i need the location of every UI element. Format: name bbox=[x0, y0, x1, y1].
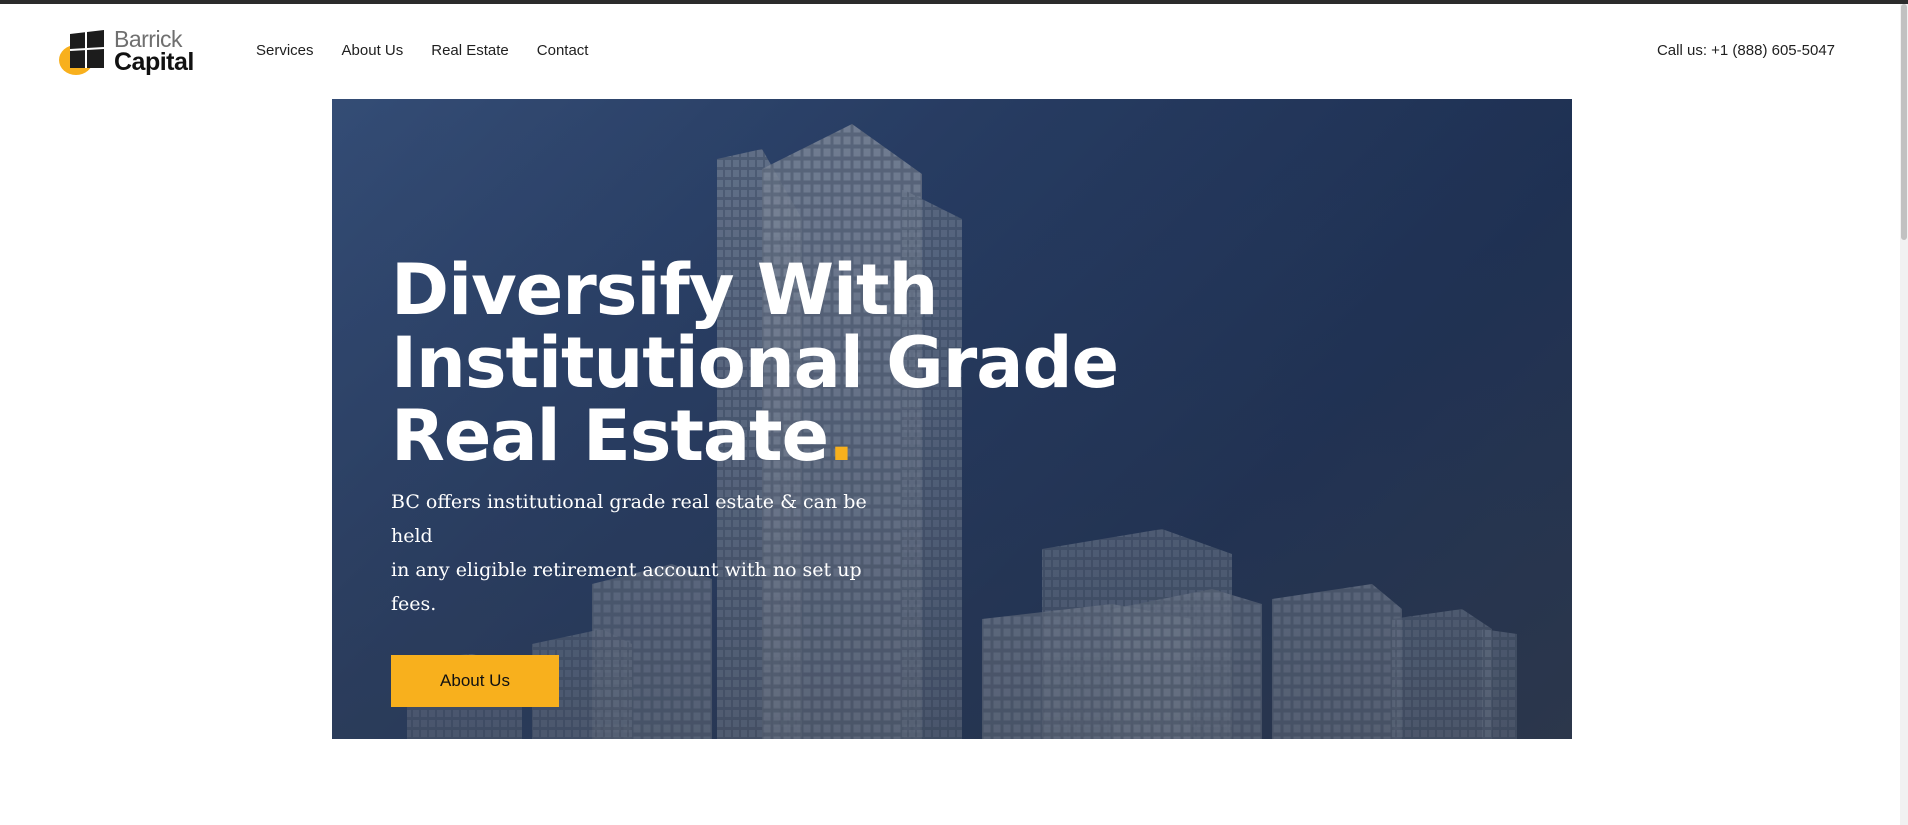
phone-link[interactable]: Call us: +1 (888) 605-5047 bbox=[1657, 42, 1835, 59]
logo-text-line2: Capital bbox=[114, 48, 194, 76]
scrollbar-thumb[interactable] bbox=[1901, 4, 1907, 240]
hero-section: Diversify With Institutional Grade Real … bbox=[332, 99, 1572, 739]
site-header: Barrick Capital Services About Us Real E… bbox=[0, 4, 1900, 99]
hero-title-line3: Real Estate bbox=[391, 395, 829, 477]
nav-item-services[interactable]: Services bbox=[256, 42, 314, 59]
about-us-button[interactable]: About Us bbox=[391, 655, 559, 707]
main-nav: Services About Us Real Estate Contact bbox=[256, 42, 588, 59]
nav-item-about-us[interactable]: About Us bbox=[342, 42, 404, 59]
hero-description: BC offers institutional grade real estat… bbox=[391, 485, 871, 621]
hero-description-line2: in any eligible retirement account with … bbox=[391, 559, 862, 615]
nav-item-real-estate[interactable]: Real Estate bbox=[431, 42, 509, 59]
hero-content: Diversify With Institutional Grade Real … bbox=[391, 254, 1151, 707]
hero-title-line1: Diversify With bbox=[391, 249, 938, 331]
hero-title-dot: . bbox=[828, 395, 855, 477]
nav-item-contact[interactable]: Contact bbox=[537, 42, 589, 59]
logo-mark-icon bbox=[59, 30, 105, 75]
hero-title: Diversify With Institutional Grade Real … bbox=[391, 254, 1151, 473]
hero-title-line2: Institutional Grade bbox=[391, 322, 1119, 404]
logo[interactable]: Barrick Capital bbox=[58, 26, 208, 80]
hero-description-line1: BC offers institutional grade real estat… bbox=[391, 491, 867, 547]
